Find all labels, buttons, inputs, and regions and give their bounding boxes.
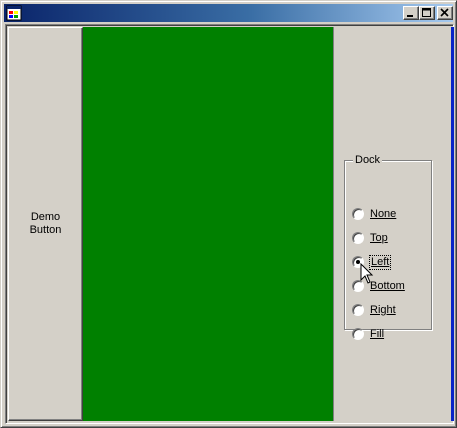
radio-unchecked-icon[interactable] <box>352 232 364 244</box>
dock-radio-top[interactable]: Top <box>352 230 427 246</box>
close-icon <box>440 8 449 17</box>
demo-button[interactable]: Demo Button <box>8 27 83 421</box>
maximize-button[interactable] <box>419 6 435 20</box>
green-panel <box>83 27 333 421</box>
dock-radio-right[interactable]: Right <box>352 302 427 318</box>
dock-radio-none[interactable]: None <box>352 206 427 222</box>
close-button[interactable] <box>437 6 453 20</box>
minimize-icon <box>407 15 413 17</box>
dock-radio-fill-label: Fill <box>370 327 385 340</box>
dock-radio-right-label: Right <box>370 303 396 316</box>
radio-unchecked-icon[interactable] <box>352 304 364 316</box>
maximize-icon <box>422 8 431 17</box>
radio-unchecked-icon[interactable] <box>352 208 364 220</box>
dock-radio-none-label: None <box>370 207 397 220</box>
minimize-button[interactable] <box>403 6 419 20</box>
mouse-cursor-icon <box>360 263 374 284</box>
dock-radio-fill[interactable]: Fill <box>352 326 427 342</box>
app-icon[interactable] <box>6 5 22 21</box>
title-bar[interactable] <box>4 4 453 22</box>
window-right-edge <box>451 27 454 421</box>
radio-unchecked-icon[interactable] <box>352 328 364 340</box>
dock-radio-bottom-label: Bottom <box>370 279 405 292</box>
dock-radio-top-label: Top <box>370 231 388 244</box>
app-window: Demo Button Dock None Top Left Bottom Ri… <box>0 0 457 428</box>
demo-button-label-line1: Demo <box>30 211 61 223</box>
dock-group-label: Dock <box>353 154 383 166</box>
demo-button-label-line2: Button <box>29 224 62 236</box>
